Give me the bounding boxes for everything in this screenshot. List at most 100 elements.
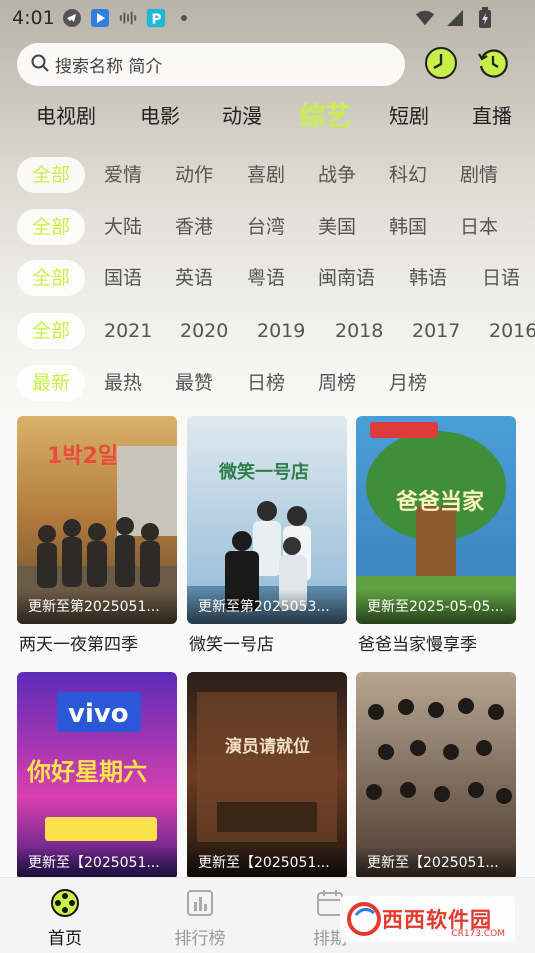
show-title[interactable]: 微笑一号店 (189, 630, 274, 655)
app-p-icon: P (146, 8, 166, 28)
chip-sort[interactable]: 日榜 (247, 365, 285, 401)
chip-year[interactable]: 2016 (489, 313, 535, 349)
signal-icon (445, 8, 465, 28)
status-time: 4:01 (12, 7, 55, 29)
tab-short-drama[interactable]: 短剧 (389, 100, 429, 129)
chip-region[interactable]: 大陆 (104, 209, 142, 245)
filter-row-region: 全部 大陆 香港 台湾 美国 韩国 日本 (0, 209, 535, 247)
chip-year[interactable]: 2018 (335, 313, 383, 349)
search-icon (31, 54, 49, 76)
chip-language[interactable]: 闽南语 (318, 260, 375, 296)
nav-home[interactable]: 首页 (25, 888, 105, 949)
filter-row-genre: 全部 爱情 动作 喜剧 战争 科幻 剧情 (0, 157, 535, 195)
history-clock-icon (478, 49, 508, 78)
show-title[interactable]: 爸爸当家慢享季 (358, 630, 477, 655)
show-card[interactable]: vivo 你好星期六 更新至【2025051... (17, 672, 177, 882)
update-status: 更新至【2025051... (17, 846, 177, 880)
chip-sort[interactable]: 最赞 (175, 365, 213, 401)
nav-ranking-label: 排行榜 (174, 929, 226, 949)
poster-title-text: 爸爸当家 (396, 490, 485, 515)
poster-title-text: 你好星期六 (27, 758, 147, 786)
chip-genre-all[interactable]: 全部 (17, 157, 86, 193)
dot-icon (174, 8, 194, 28)
chip-genre[interactable]: 动作 (175, 157, 213, 193)
poster-title-text: 演员请就位 (225, 737, 310, 757)
tab-tv-series[interactable]: 电视剧 (36, 100, 96, 129)
play-store-icon (90, 8, 110, 28)
poster-title-text: 微笑一号店 (219, 462, 309, 483)
tab-variety[interactable]: 综艺 (299, 96, 351, 133)
watermark-icon (347, 902, 381, 936)
poster-title-text: 1박2일 (47, 444, 119, 469)
chip-sort[interactable]: 最热 (104, 365, 142, 401)
chip-language-all[interactable]: 全部 (17, 260, 86, 296)
svg-text:vivo: vivo (68, 699, 129, 729)
filter-row-year: 全部 2021 2020 2019 2018 2017 2016 (0, 313, 535, 351)
chip-year[interactable]: 2019 (257, 313, 305, 349)
chip-region-all[interactable]: 全部 (17, 209, 86, 245)
poster-image[interactable]: 更新至【2025051... (356, 672, 516, 880)
show-card[interactable]: 演员请就位 更新至【2025051... (187, 672, 347, 882)
chip-language[interactable]: 粤语 (247, 260, 285, 296)
tab-live[interactable]: 直播 (472, 100, 512, 129)
chart-icon (187, 890, 213, 916)
chip-region[interactable]: 美国 (318, 209, 356, 245)
poster-image[interactable]: vivo 你好星期六 更新至【2025051... (17, 672, 177, 880)
chip-year[interactable]: 2017 (412, 313, 460, 349)
status-notifications: P (62, 8, 194, 28)
chip-region[interactable]: 韩国 (389, 209, 427, 245)
watermark-logo: 西西软件园 CR173.COM (340, 896, 515, 942)
poster-image[interactable]: 爸爸当家 更新至2025-05-05... (356, 416, 516, 624)
chip-language[interactable]: 国语 (104, 260, 142, 296)
show-title[interactable]: 两天一夜第四季 (19, 630, 138, 655)
recent-button[interactable] (476, 46, 510, 80)
chip-region[interactable]: 香港 (175, 209, 213, 245)
home-film-icon (51, 889, 79, 917)
update-status: 更新至【2025051... (187, 846, 347, 880)
chip-genre[interactable]: 喜剧 (247, 157, 285, 193)
filter-row-sort: 最新 最热 最赞 日榜 周榜 月榜 (0, 365, 535, 403)
filter-row-language: 全部 国语 英语 粤语 闽南语 韩语 日语 (0, 260, 535, 298)
chip-genre[interactable]: 科幻 (389, 157, 427, 193)
chip-region[interactable]: 日本 (460, 209, 498, 245)
chip-year[interactable]: 2021 (104, 313, 152, 349)
svg-text:P: P (151, 11, 161, 27)
chip-sort[interactable]: 月榜 (389, 365, 427, 401)
show-card[interactable]: 爸爸当家 更新至2025-05-05... 爸爸当家慢享季 (356, 416, 516, 656)
chip-region[interactable]: 台湾 (247, 209, 285, 245)
chip-genre[interactable]: 战争 (318, 157, 356, 193)
chip-year[interactable]: 2020 (180, 313, 228, 349)
poster-image[interactable]: 演员请就位 更新至【2025051... (187, 672, 347, 880)
history-button[interactable] (424, 46, 458, 80)
battery-icon (475, 7, 495, 28)
audio-wave-icon (118, 8, 138, 28)
tab-anime[interactable]: 动漫 (222, 100, 262, 129)
nav-home-label: 首页 (48, 929, 82, 949)
chip-language[interactable]: 英语 (175, 260, 213, 296)
chip-language[interactable]: 日语 (482, 260, 520, 296)
poster-image[interactable]: 微笑一号店 更新至第2025053... (187, 416, 347, 624)
tab-movie[interactable]: 电影 (140, 100, 180, 129)
update-status: 更新至2025-05-05... (356, 590, 516, 624)
watermark-sub: CR173.COM (451, 929, 505, 939)
chip-sort-newest[interactable]: 最新 (17, 365, 86, 401)
search-input[interactable]: 搜索名称 简介 (17, 43, 405, 86)
chip-year-all[interactable]: 全部 (17, 313, 86, 349)
chip-genre[interactable]: 剧情 (460, 157, 498, 193)
poster-image[interactable]: 1박2일 更新至第2025051... (17, 416, 177, 624)
show-card[interactable]: 更新至【2025051... (356, 672, 516, 882)
update-status: 更新至第2025051... (17, 590, 177, 624)
category-tabs: 电视剧 电影 动漫 综艺 短剧 直播 (0, 100, 535, 134)
nav-ranking[interactable]: 排行榜 (160, 888, 240, 949)
status-bar: 4:01 P (0, 0, 535, 36)
chip-sort[interactable]: 周榜 (318, 365, 356, 401)
show-card[interactable]: 微笑一号店 更新至第2025053... 微笑一号店 (187, 416, 347, 656)
chip-genre[interactable]: 爱情 (104, 157, 142, 193)
wifi-icon (415, 8, 435, 28)
show-card[interactable]: 1박2일 更新至第2025051... 两天一夜第四季 (17, 416, 177, 656)
chip-language[interactable]: 韩语 (409, 260, 447, 296)
update-status: 更新至第2025053... (187, 590, 347, 624)
status-system (415, 7, 495, 28)
update-status: 更新至【2025051... (356, 846, 516, 880)
clock-icon (425, 47, 457, 79)
